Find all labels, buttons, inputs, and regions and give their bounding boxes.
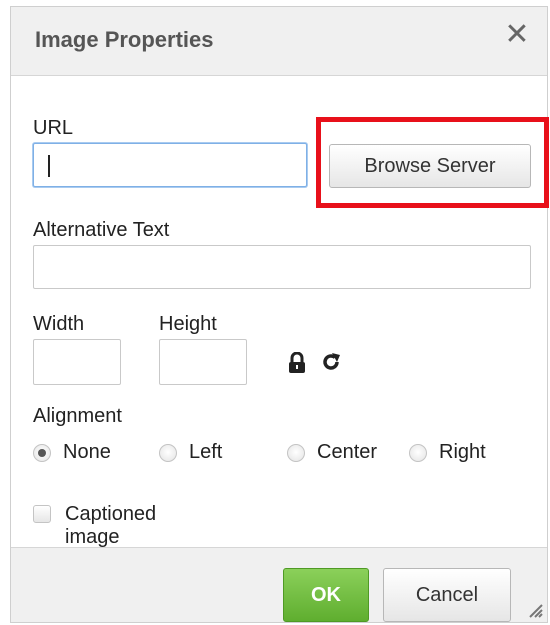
image-properties-dialog: Image Properties ✕ URL Browse Server Alt… bbox=[10, 6, 548, 623]
alternative-text-label: Alternative Text bbox=[33, 219, 170, 241]
reset-size-icon[interactable] bbox=[320, 351, 342, 373]
lock-icon[interactable] bbox=[287, 351, 307, 374]
alignment-right-label: Right bbox=[439, 441, 486, 463]
url-input[interactable] bbox=[33, 143, 307, 187]
width-input[interactable] bbox=[33, 339, 121, 385]
dialog-title: Image Properties bbox=[35, 27, 214, 52]
url-label: URL bbox=[33, 117, 74, 139]
alignment-left-radio[interactable] bbox=[159, 444, 177, 462]
alignment-left-label: Left bbox=[189, 441, 223, 463]
ok-button[interactable]: OK bbox=[283, 568, 369, 622]
height-input[interactable] bbox=[159, 339, 247, 385]
alignment-center-radio[interactable] bbox=[287, 444, 305, 462]
resize-grip-icon[interactable] bbox=[527, 602, 543, 618]
alignment-none-radio[interactable] bbox=[33, 444, 51, 462]
height-label: Height bbox=[159, 313, 217, 335]
dialog-footer: OK Cancel bbox=[11, 547, 547, 622]
alignment-label: Alignment bbox=[33, 405, 122, 427]
width-label: Width bbox=[33, 313, 85, 335]
alignment-right-radio[interactable] bbox=[409, 444, 427, 462]
captioned-image-checkbox[interactable] bbox=[33, 505, 51, 523]
alternative-text-input[interactable] bbox=[33, 245, 531, 289]
alignment-center-label: Center bbox=[317, 441, 378, 463]
text-caret bbox=[48, 155, 50, 177]
close-icon[interactable]: ✕ bbox=[503, 20, 531, 50]
alignment-none-label: None bbox=[63, 441, 111, 463]
cancel-button[interactable]: Cancel bbox=[383, 568, 511, 622]
dialog-titlebar[interactable]: Image Properties ✕ bbox=[11, 7, 547, 76]
highlight-box bbox=[316, 117, 549, 208]
captioned-image-label: Captioned image bbox=[65, 503, 157, 548]
